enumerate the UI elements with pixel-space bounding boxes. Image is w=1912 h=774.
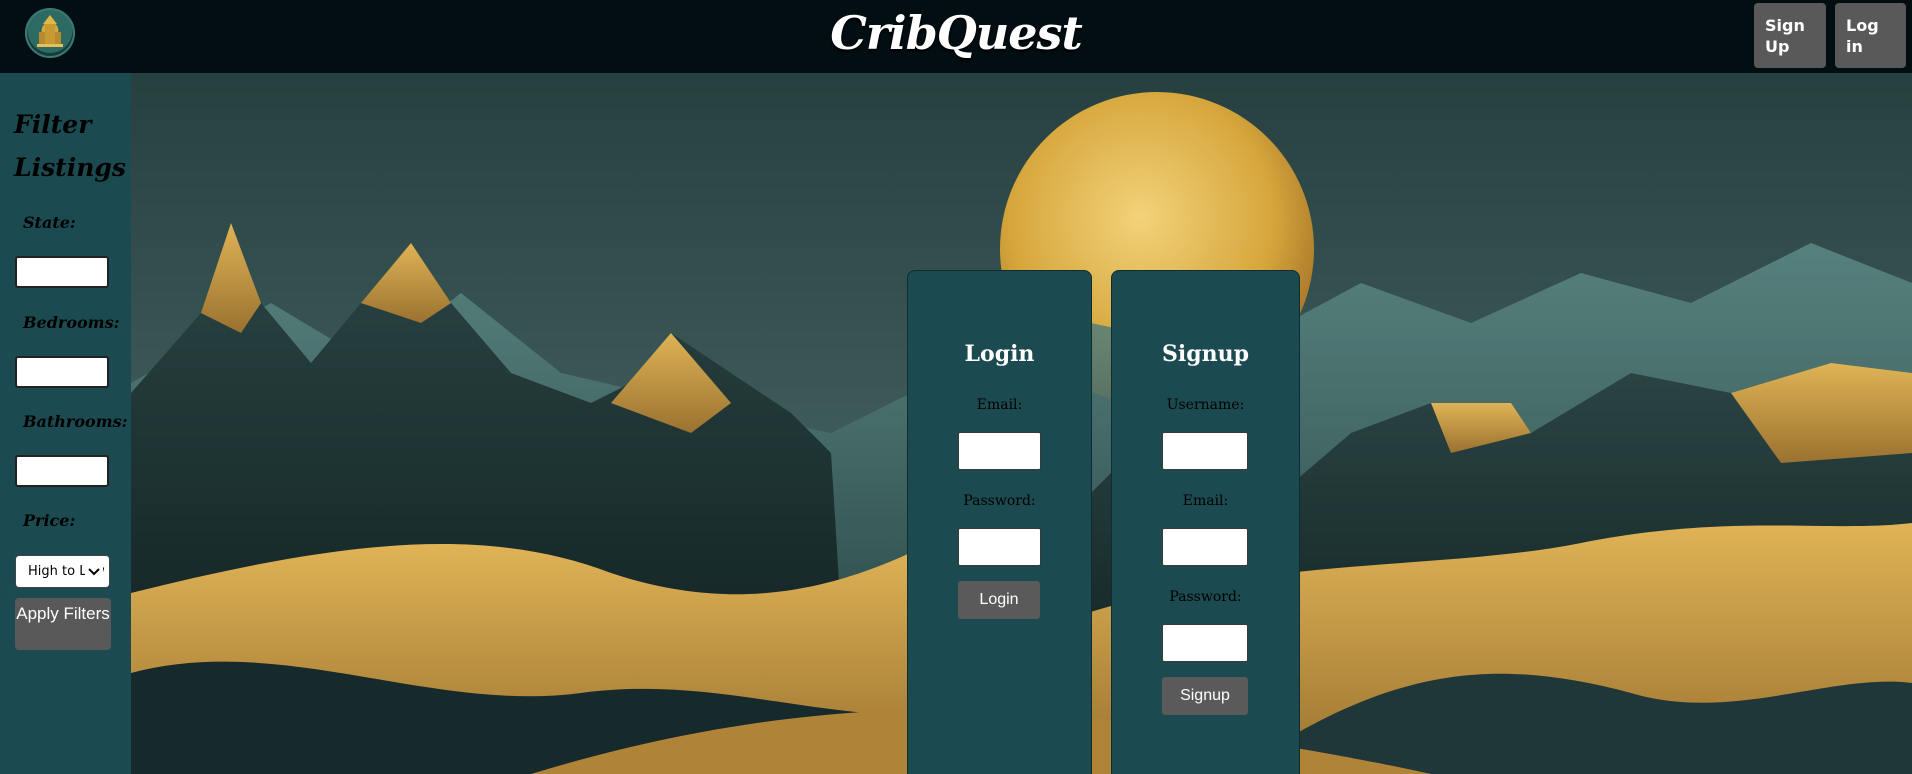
signup-panel: Signup Username: Email: Password: Signup	[1112, 271, 1299, 774]
state-label: State:	[23, 213, 76, 232]
login-email-input[interactable]	[958, 432, 1041, 470]
signup-password-input[interactable]	[1162, 624, 1248, 662]
login-nav-button[interactable]: Log in	[1835, 3, 1906, 68]
bathrooms-input[interactable]	[15, 455, 109, 487]
login-password-label: Password:	[963, 493, 1036, 509]
bedrooms-input[interactable]	[15, 356, 109, 388]
login-button[interactable]: Login	[958, 581, 1040, 619]
filter-sidebar: Filter Listings State: Bedrooms: Bathroo…	[0, 73, 131, 774]
mountain-background-image: Login Email: Password: Login Signup User…	[131, 73, 1912, 774]
login-email-label: Email:	[976, 397, 1023, 413]
signup-username-label: Username:	[1166, 397, 1245, 413]
bathrooms-label: Bathrooms:	[23, 412, 128, 431]
site-title: CribQuest	[830, 6, 1082, 60]
signup-title: Signup	[1161, 341, 1249, 367]
price-select[interactable]: High to Low	[15, 555, 110, 588]
login-panel: Login Email: Password: Login	[908, 271, 1091, 774]
state-input[interactable]	[15, 256, 109, 288]
apply-filters-button[interactable]: Apply Filters	[15, 598, 111, 650]
signup-nav-button[interactable]: Sign Up	[1754, 3, 1826, 68]
signup-email-input[interactable]	[1162, 528, 1248, 566]
signup-username-input[interactable]	[1162, 432, 1248, 470]
chevron-down-icon	[85, 563, 103, 581]
bedrooms-label: Bedrooms:	[23, 313, 120, 332]
top-navbar: CribQuest Sign Up Log in	[0, 0, 1912, 73]
signup-password-label: Password:	[1169, 589, 1242, 605]
signup-email-label: Email:	[1182, 493, 1229, 509]
login-title: Login	[964, 341, 1035, 367]
login-password-input[interactable]	[958, 528, 1041, 566]
signup-button[interactable]: Signup	[1162, 677, 1248, 715]
filter-title: Filter Listings	[14, 110, 126, 182]
price-label: Price:	[23, 511, 76, 530]
